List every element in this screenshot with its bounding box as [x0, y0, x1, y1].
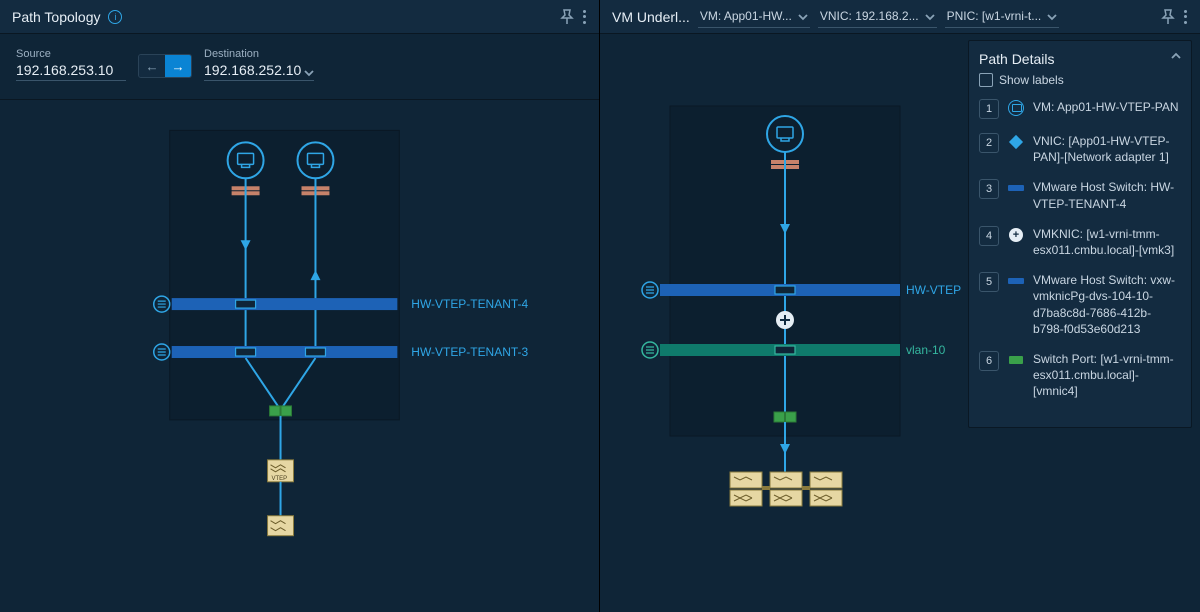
vm-underlay-panel: VM Underl... VM: App01-HW... VNIC: 192.1… [600, 0, 1200, 612]
chevron-down-icon [304, 65, 314, 75]
physical-switch-2[interactable] [770, 472, 802, 506]
pin-icon[interactable] [559, 9, 575, 25]
path-step-6[interactable]: 6 Switch Port: [w1-vrni-tmm-esx011.cmbu.… [979, 351, 1181, 400]
step-text: Switch Port: [w1-vrni-tmm-esx011.cmbu.lo… [1033, 351, 1181, 400]
source-dest-row: Source 192.168.253.10 ← → Destination 19… [0, 34, 599, 100]
step-number: 1 [979, 99, 999, 119]
path-details-title: Path Details [979, 51, 1054, 67]
step-text: VMware Host Switch: HW-VTEP-TENANT-4 [1033, 179, 1181, 211]
dest-value[interactable]: 192.168.252.10 [204, 62, 314, 81]
pnic-dropdown-label: PNIC: [w1-vrni-t... [947, 9, 1042, 23]
left-topbar: Path Topology i [0, 0, 599, 34]
path-topology-panel: Path Topology i Source 192.168.253.10 ← … [0, 0, 600, 612]
chevron-down-icon [925, 11, 935, 21]
info-icon[interactable]: i [108, 10, 122, 24]
path-step-4[interactable]: 4 + VMKNIC: [w1-vrni-tmm-esx011.cmbu.loc… [979, 226, 1181, 258]
switch-port-icon [1007, 351, 1025, 369]
physical-switch-1[interactable] [730, 472, 762, 506]
source-value[interactable]: 192.168.253.10 [16, 62, 126, 81]
swap-direction: ← → [138, 54, 192, 78]
dest-field[interactable]: Destination 192.168.252.10 [204, 48, 314, 81]
step-text: VNIC: [App01-HW-VTEP-PAN]-[Network adapt… [1033, 133, 1181, 165]
right-bar1-label[interactable]: HW-VTEP [906, 283, 961, 297]
vmknic-icon: + [1007, 226, 1025, 244]
swap-left-button[interactable]: ← [139, 55, 165, 77]
path-details-header[interactable]: Path Details [979, 51, 1181, 67]
show-labels-checkbox[interactable]: Show labels [979, 73, 1181, 87]
source-field[interactable]: Source 192.168.253.10 [16, 48, 126, 81]
host-switch-icon [1007, 179, 1025, 197]
show-labels-text: Show labels [999, 73, 1064, 87]
dest-value-text: 192.168.252.10 [204, 62, 301, 78]
path-step-3[interactable]: 3 VMware Host Switch: HW-VTEP-TENANT-4 [979, 179, 1181, 211]
path-details-panel: Path Details Show labels 1 VM: App01-HW-… [968, 40, 1192, 428]
step-number: 4 [979, 226, 999, 246]
chevron-down-icon [798, 11, 808, 21]
swap-right-button[interactable]: → [165, 55, 191, 77]
step-text: VMware Host Switch: vxw-vmknicPg-dvs-104… [1033, 272, 1181, 337]
vnic-icon [1007, 133, 1025, 151]
checkbox-icon[interactable] [979, 73, 993, 87]
path-step-5[interactable]: 5 VMware Host Switch: vxw-vmknicPg-dvs-1… [979, 272, 1181, 337]
vnic-dropdown-label: VNIC: 192.168.2... [820, 9, 919, 23]
pin-icon[interactable] [1160, 9, 1176, 25]
host-switch-icon [1007, 272, 1025, 290]
kebab-menu[interactable] [1184, 9, 1188, 25]
path-step-1[interactable]: 1 VM: App01-HW-VTEP-PAN [979, 99, 1181, 119]
chevron-up-icon [1171, 54, 1181, 64]
step-number: 2 [979, 133, 999, 153]
dest-label: Destination [204, 48, 314, 60]
source-label: Source [16, 48, 126, 60]
left-topology-canvas[interactable]: HW-VTEP-TENANT-4 HW-VTEP-TENANT-3 VTEP [0, 100, 599, 612]
step-number: 6 [979, 351, 999, 371]
step-text: VM: App01-HW-VTEP-PAN [1033, 99, 1181, 115]
bar1-label[interactable]: HW-VTEP-TENANT-4 [411, 297, 528, 311]
step-text: VMKNIC: [w1-vrni-tmm-esx011.cmbu.local]-… [1033, 226, 1181, 258]
vm-icon [1007, 99, 1025, 117]
vtep-label: VTEP [272, 476, 288, 482]
chevron-down-icon [1047, 11, 1057, 21]
right-bar2-label[interactable]: vlan-10 [906, 343, 946, 357]
kebab-menu[interactable] [583, 9, 587, 25]
path-step-2[interactable]: 2 VNIC: [App01-HW-VTEP-PAN]-[Network ada… [979, 133, 1181, 165]
bar2-label[interactable]: HW-VTEP-TENANT-3 [411, 345, 528, 359]
vm-dropdown-label: VM: App01-HW... [700, 9, 792, 23]
right-title: VM Underl... [612, 9, 690, 25]
physical-switch-3[interactable] [810, 472, 842, 506]
vnic-dropdown[interactable]: VNIC: 192.168.2... [818, 5, 937, 28]
step-number: 5 [979, 272, 999, 292]
step-number: 3 [979, 179, 999, 199]
right-topbar: VM Underl... VM: App01-HW... VNIC: 192.1… [600, 0, 1200, 34]
left-title: Path Topology [12, 9, 100, 25]
pnic-dropdown[interactable]: PNIC: [w1-vrni-t... [945, 5, 1060, 28]
vm-dropdown[interactable]: VM: App01-HW... [698, 5, 810, 28]
